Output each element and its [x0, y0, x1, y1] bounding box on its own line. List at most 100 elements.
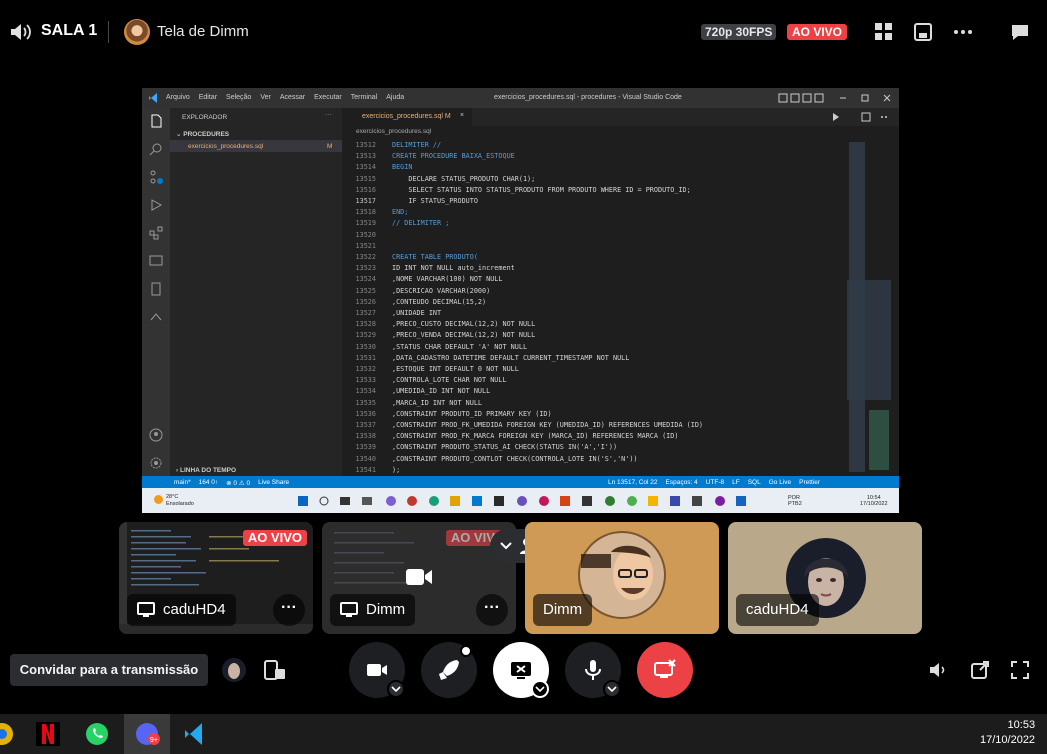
code-line[interactable]: 13517 IF STATUS_PRODUTO: [342, 197, 842, 208]
code-line[interactable]: 13528 ,PRECO_CUSTO DECIMAL(12,2) NOT NULL: [342, 320, 842, 331]
camera-button[interactable]: [349, 642, 405, 698]
pinned-apps-icon[interactable]: [294, 494, 754, 508]
taskbar-active-app[interactable]: 9+: [124, 714, 170, 754]
code-line[interactable]: 13524 ,NOME VARCHAR(100) NOT NULL: [342, 275, 842, 286]
code-line[interactable]: 13518 END;: [342, 208, 842, 219]
editor-actions-icon[interactable]: [832, 112, 892, 122]
invite-button[interactable]: Convidar para a transmissão: [10, 654, 208, 686]
prettier[interactable]: Prettier: [799, 479, 820, 486]
code-line[interactable]: 13520: [342, 231, 842, 242]
fullscreen-icon[interactable]: [1010, 660, 1030, 680]
code-line[interactable]: 13535 ,MARCA_ID INT NOT NULL: [342, 399, 842, 410]
tile-more-button[interactable]: ···: [273, 594, 305, 626]
timeline-section[interactable]: › LINHA DO TEMPO: [176, 467, 236, 474]
code-line[interactable]: 13529 ,PRECO_VENDA DECIMAL(12,2) NOT NULL: [342, 331, 842, 342]
share-screen-icon[interactable]: [264, 659, 286, 681]
code-line[interactable]: 13531 ,DATA_CADASTRO DATETIME DEFAULT CUR…: [342, 354, 842, 365]
indentation[interactable]: Espaços: 4: [666, 479, 698, 486]
code-line[interactable]: 13539 ,CONSTRAINT PRODUTO_STATUS_AI CHECK…: [342, 443, 842, 454]
code-line[interactable]: 13514 BEGIN: [342, 163, 842, 174]
shared-screen[interactable]: Arquivo Editar Seleção Ver Acessar Execu…: [142, 88, 899, 513]
menu-item[interactable]: Ajuda: [386, 94, 404, 101]
taskbar-clock[interactable]: 10:53 17/10/2022: [980, 718, 1035, 748]
menu-item[interactable]: Seleção: [226, 94, 251, 101]
stream-options-button[interactable]: [531, 680, 549, 698]
language-mode[interactable]: SQL: [748, 479, 761, 486]
code-line[interactable]: 13512 DELIMITER //: [342, 141, 842, 152]
code-editor[interactable]: 13512 DELIMITER // 13513 CREATE PROCEDURE B…: [342, 141, 842, 476]
menu-item[interactable]: Editar: [199, 94, 217, 101]
code-line[interactable]: 13521: [342, 242, 842, 253]
code-line[interactable]: 13513 CREATE PROCEDURE BAIXA_ESTOQUE: [342, 152, 842, 163]
file-item[interactable]: exercicios_procedures.sql M: [170, 140, 342, 152]
code-line[interactable]: 13540 ,CONSTRAINT PRODUTO_CONTLOT CHECK(C…: [342, 455, 842, 466]
tile-dimm-avatar[interactable]: Dimm: [525, 522, 719, 634]
whatsapp-icon[interactable]: [85, 722, 109, 746]
code-line[interactable]: 13532 ,ESTOQUE INT DEFAULT 0 NOT NULL: [342, 365, 842, 376]
popout-window-icon[interactable]: [970, 660, 990, 680]
go-live[interactable]: Go Live: [769, 479, 791, 486]
encoding[interactable]: UTF-8: [706, 479, 724, 486]
menu-item[interactable]: Terminal: [351, 94, 377, 101]
stop-stream-button[interactable]: [493, 642, 549, 698]
camera-options-button[interactable]: [387, 680, 405, 698]
liveshare-label[interactable]: Live Share: [258, 479, 289, 487]
vscode-icon[interactable]: [184, 722, 208, 746]
gear-icon[interactable]: [149, 456, 163, 470]
code-line[interactable]: 13522 CREATE TABLE PRODUTO(: [342, 253, 842, 264]
menu-item[interactable]: Executar: [314, 94, 342, 101]
tile-more-button[interactable]: ···: [476, 594, 508, 626]
code-line[interactable]: 13530 ,STATUS CHAR DEFAULT 'A' NOT NULL: [342, 343, 842, 354]
chrome-icon[interactable]: [0, 722, 14, 746]
more-icon[interactable]: [953, 22, 973, 42]
weather-widget[interactable]: 28°C Ensolarado: [166, 494, 194, 508]
database-icon[interactable]: [149, 282, 163, 296]
code-line[interactable]: 13525 ,DESCRICAO VARCHAR(2000): [342, 287, 842, 298]
problems-label[interactable]: ⊗ 0 ⚠ 0: [226, 479, 250, 487]
branch-label[interactable]: main*: [174, 479, 191, 487]
menu-item[interactable]: Ver: [260, 94, 271, 101]
files-icon[interactable]: [149, 114, 163, 128]
minimap[interactable]: [847, 140, 895, 476]
volume-icon[interactable]: [928, 660, 948, 680]
sync-label[interactable]: 164 0↑: [199, 479, 219, 487]
explorer-more-icon[interactable]: ···: [325, 111, 332, 118]
code-line[interactable]: 13534 ,UMEDIDA_ID INT NOT NULL: [342, 387, 842, 398]
source-control-icon[interactable]: [149, 170, 163, 184]
layout-controls-icon[interactable]: [778, 93, 894, 103]
code-line[interactable]: 13523 ID INT NOT NULL auto_increment: [342, 264, 842, 275]
code-line[interactable]: 13526 ,CONTEUDO DECIMAL(15,2): [342, 298, 842, 309]
code-line[interactable]: 13538 ,CONSTRAINT PROD_FK_MARCA FOREIGN K…: [342, 432, 842, 443]
microphone-button[interactable]: [565, 642, 621, 698]
code-line[interactable]: 13515 DECLARE STATUS_PRODUTO CHAR(1);: [342, 175, 842, 186]
menu-item[interactable]: Acessar: [280, 94, 305, 101]
tray-language[interactable]: POR PTB2: [788, 495, 802, 507]
extensions-icon[interactable]: [149, 226, 163, 240]
tile-caduhd4-stream[interactable]: AO VIVO caduHD4 ···: [119, 522, 313, 634]
account-icon[interactable]: [149, 428, 163, 442]
tab-exercicios[interactable]: exercicios_procedures.sql M ×: [342, 108, 472, 126]
netflix-icon[interactable]: [36, 722, 60, 746]
line-ending[interactable]: LF: [732, 479, 740, 486]
code-line[interactable]: 13536 ,CONSTRAINT PRODUTO_ID PRIMARY KEY …: [342, 410, 842, 421]
microphone-options-button[interactable]: [603, 680, 621, 698]
remote-explorer-icon[interactable]: [149, 254, 163, 268]
avatar[interactable]: [222, 658, 246, 682]
code-line[interactable]: 13527 ,UNIDADE INT: [342, 309, 842, 320]
window-controls-icon[interactable]: [1003, 0, 1043, 4]
grid-icon[interactable]: [874, 22, 894, 42]
search-icon[interactable]: [149, 142, 163, 156]
close-icon[interactable]: ×: [460, 112, 464, 119]
tile-caduhd4-avatar[interactable]: caduHD4: [728, 522, 922, 634]
popout-icon[interactable]: [913, 22, 933, 42]
breadcrumb[interactable]: exercicios_procedures.sql: [356, 128, 431, 135]
code-line[interactable]: 13516 SELECT STATUS INTO STATUS_PRODUTO …: [342, 186, 842, 197]
run-debug-icon[interactable]: [149, 198, 163, 212]
activities-button[interactable]: [421, 642, 477, 698]
code-line[interactable]: 13533 ,CONTROLA_LOTE CHAR NOT NULL: [342, 376, 842, 387]
live-share-icon[interactable]: [149, 310, 163, 324]
folder-procedures[interactable]: ⌄ PROCEDURES: [176, 130, 229, 138]
inner-clock[interactable]: 10:54 17/10/2022: [860, 495, 888, 507]
code-line[interactable]: 13537 ,CONSTRAINT PROD_FK_UMEDIDA FOREIGN…: [342, 421, 842, 432]
disconnect-button[interactable]: [637, 642, 693, 698]
